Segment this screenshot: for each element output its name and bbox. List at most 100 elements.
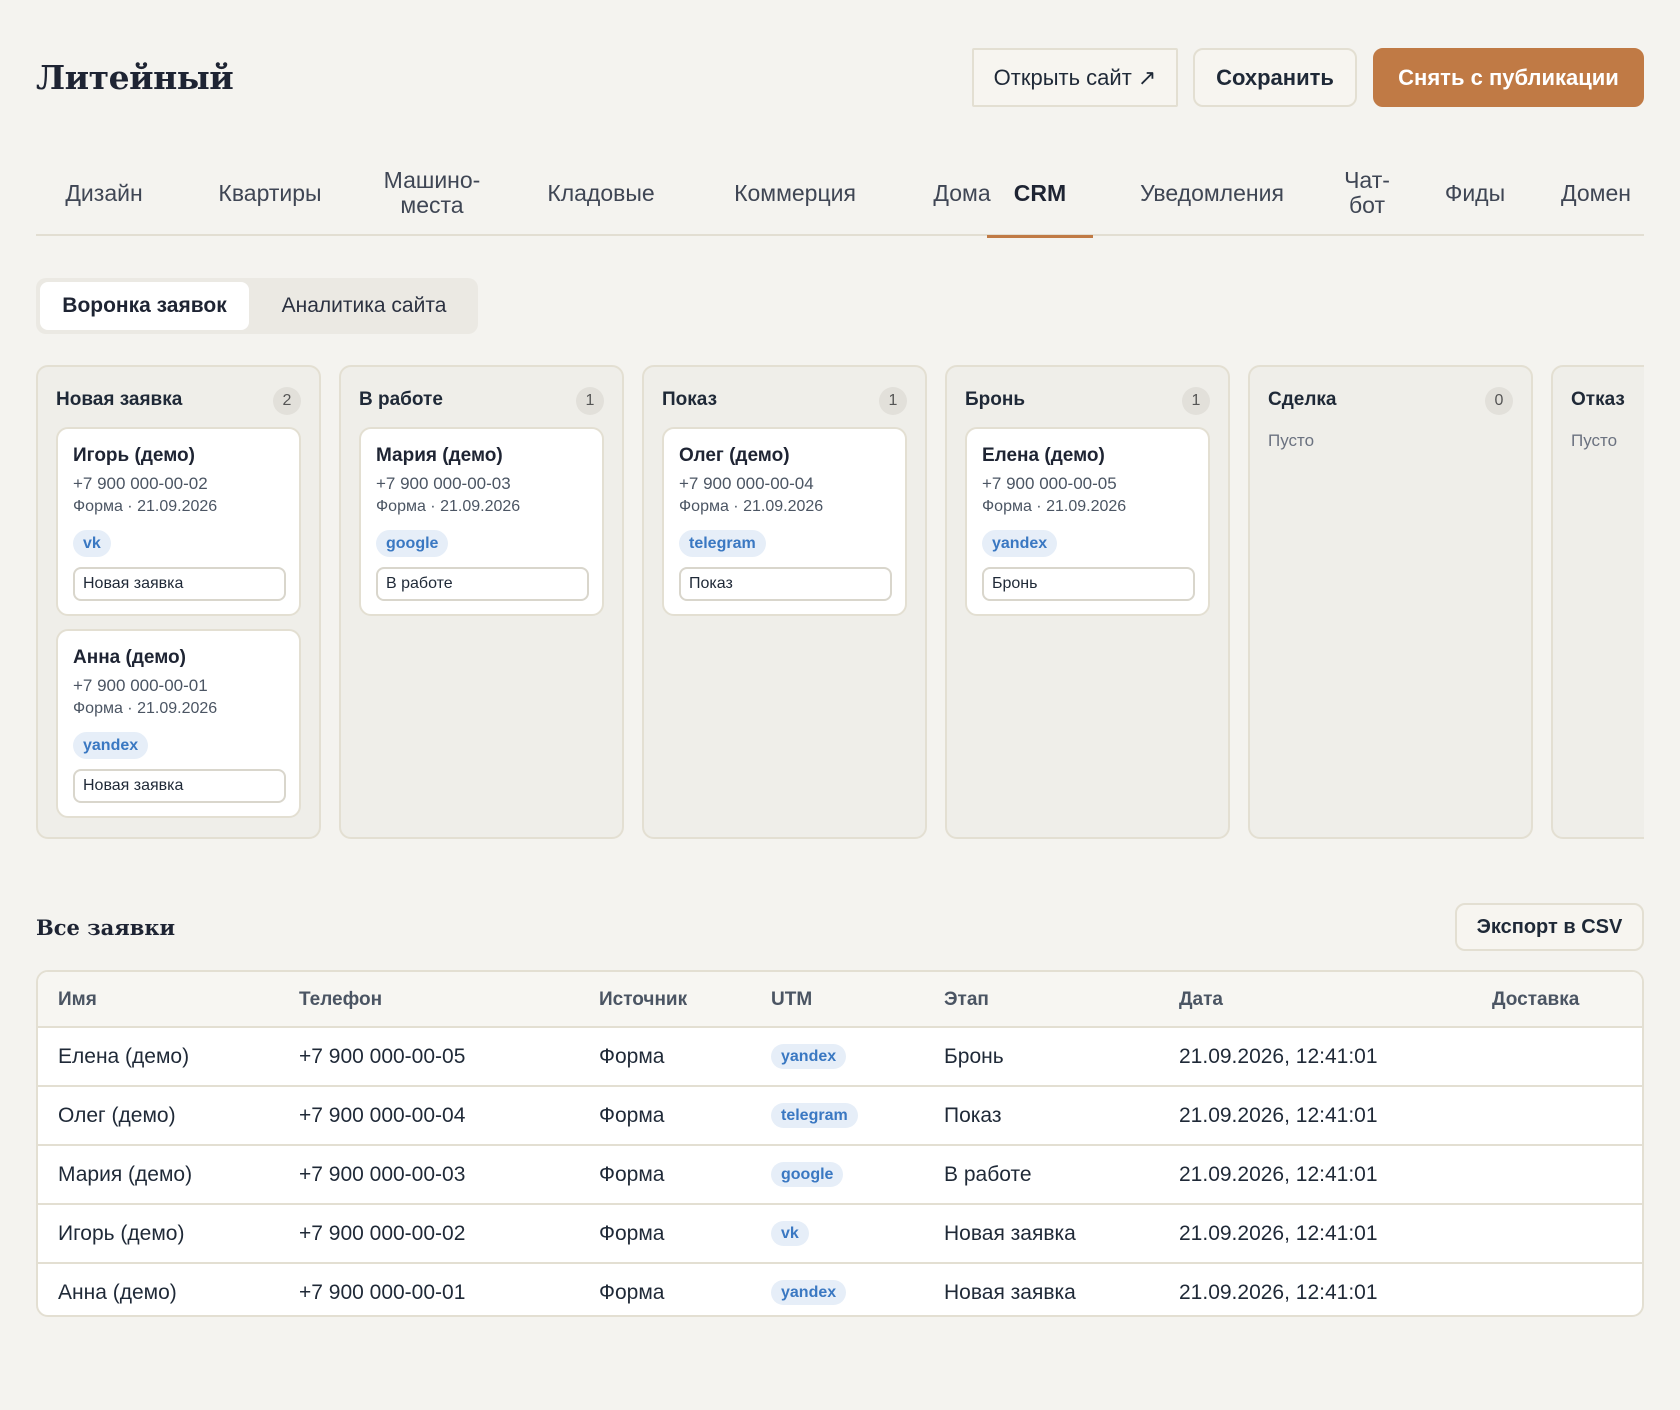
lead-phone: +7 900 000-00-04: [679, 474, 814, 493]
lead-card[interactable]: Олег (демо) +7 900 000-00-04 Форма · 21.…: [662, 427, 907, 616]
tab-storage[interactable]: Кладовые: [526, 150, 676, 236]
lead-card[interactable]: Игорь (демо) +7 900 000-00-02 Форма · 21…: [56, 427, 301, 616]
save-button[interactable]: Сохранить: [1193, 48, 1357, 107]
tab-feeds[interactable]: Фиды: [1432, 150, 1518, 236]
cell-date: 21.09.2026, 12:41:01: [1179, 1281, 1378, 1304]
table-row[interactable]: Мария (демо) +7 900 000-00-03 Форма goog…: [38, 1146, 1642, 1205]
table-row[interactable]: Елена (демо) +7 900 000-00-05 Форма yand…: [38, 1028, 1642, 1087]
cell-source: Форма: [599, 1045, 665, 1068]
tab-parking[interactable]: Машино-места: [368, 150, 496, 236]
cell-source: Форма: [599, 1163, 665, 1186]
table-row[interactable]: Олег (демо) +7 900 000-00-04 Форма teleg…: [38, 1087, 1642, 1146]
cell-date: 21.09.2026, 12:41:01: [1179, 1222, 1378, 1245]
column-count: 2: [273, 387, 301, 415]
column-empty-label: Пусто: [1268, 431, 1315, 450]
utm-badge: telegram: [679, 530, 766, 557]
stage-select[interactable]: Бронь: [982, 567, 1195, 601]
column-showing: Показ 1 Олег (демо) +7 900 000-00-04 Фор…: [642, 365, 927, 839]
utm-badge: yandex: [982, 530, 1058, 557]
table-row[interactable]: Анна (демо) +7 900 000-00-01 Форма yande…: [38, 1264, 1642, 1315]
lead-meta: Форма · 21.09.2026: [73, 700, 218, 717]
lead-phone: +7 900 000-00-05: [982, 474, 1117, 493]
stage-select[interactable]: В работе: [376, 567, 589, 601]
cell-phone: +7 900 000-00-04: [299, 1104, 466, 1127]
column-rejected: Отказ Пусто: [1551, 365, 1644, 839]
tab-apartments[interactable]: Квартиры: [202, 150, 338, 236]
utm-badge: google: [771, 1162, 844, 1187]
cell-date: 21.09.2026, 12:41:01: [1179, 1163, 1378, 1186]
cell-source: Форма: [599, 1222, 665, 1245]
project-title: Литейный: [36, 58, 234, 97]
cell-name: Анна (демо): [58, 1281, 177, 1304]
crm-subtabs: Воронка заявок Аналитика сайта: [36, 278, 478, 334]
lead-meta: Форма · 21.09.2026: [73, 498, 218, 515]
utm-badge: vk: [771, 1221, 809, 1246]
column-deal: Сделка 0 Пусто: [1248, 365, 1533, 839]
cell-phone: +7 900 000-00-03: [299, 1163, 466, 1186]
unpublish-button[interactable]: Снять с публикации: [1373, 48, 1644, 107]
cell-phone: +7 900 000-00-05: [299, 1045, 466, 1068]
column-new: Новая заявка 2 Игорь (демо) +7 900 000-0…: [36, 365, 321, 839]
lead-phone: +7 900 000-00-02: [73, 474, 208, 493]
cell-date: 21.09.2026, 12:41:01: [1179, 1104, 1378, 1127]
cell-name: Елена (демо): [58, 1045, 190, 1068]
export-csv-button[interactable]: Экспорт в CSV: [1455, 903, 1644, 951]
requests-title: Все заявки: [36, 915, 176, 940]
tab-crm[interactable]: CRM: [987, 150, 1093, 238]
lead-phone: +7 900 000-00-03: [376, 474, 511, 493]
column-title: Бронь: [965, 389, 1026, 410]
lead-name: Олег (демо): [679, 445, 790, 466]
lead-card[interactable]: Мария (демо) +7 900 000-00-03 Форма · 21…: [359, 427, 604, 616]
page-header: Литейный Открыть сайт ↗ Сохранить Снять …: [36, 0, 1644, 128]
cell-stage: Бронь: [944, 1045, 1004, 1068]
stage-select[interactable]: Новая заявка: [73, 769, 286, 803]
tab-domain[interactable]: Домен: [1548, 150, 1644, 236]
column-title: Новая заявка: [56, 389, 183, 410]
open-site-button[interactable]: Открыть сайт ↗: [972, 48, 1178, 107]
lead-phone: +7 900 000-00-01: [73, 676, 208, 695]
utm-badge: yandex: [771, 1280, 847, 1305]
column-header-utm: UTM: [771, 989, 813, 1010]
column-header-date: Дата: [1179, 989, 1223, 1010]
subtab-funnel[interactable]: Воронка заявок: [40, 282, 249, 330]
column-header-name: Имя: [58, 989, 97, 1010]
stage-select[interactable]: Показ: [679, 567, 892, 601]
requests-table: Имя Телефон Источник UTM Этап Дата Доста…: [36, 970, 1644, 1317]
table-row[interactable]: Игорь (демо) +7 900 000-00-02 Форма vk Н…: [38, 1205, 1642, 1264]
column-header-delivery: Доставка: [1492, 989, 1580, 1010]
stage-select[interactable]: Новая заявка: [73, 567, 286, 601]
lead-meta: Форма · 21.09.2026: [679, 498, 824, 515]
column-count: 1: [1182, 387, 1210, 415]
cell-source: Форма: [599, 1281, 665, 1304]
lead-card[interactable]: Анна (демо) +7 900 000-00-01 Форма · 21.…: [56, 629, 301, 818]
tab-chatbot[interactable]: Чат-бот: [1332, 150, 1402, 236]
column-header-phone: Телефон: [299, 989, 383, 1010]
tab-notifications[interactable]: Уведомления: [1122, 150, 1302, 236]
cell-stage: Новая заявка: [944, 1222, 1076, 1245]
column-title: Сделка: [1268, 389, 1337, 410]
cell-phone: +7 900 000-00-02: [299, 1222, 466, 1245]
table-header: Имя Телефон Источник UTM Этап Дата Доста…: [38, 972, 1642, 1028]
column-in-progress: В работе 1 Мария (демо) +7 900 000-00-03…: [339, 365, 624, 839]
tab-commercial[interactable]: Коммерция: [706, 150, 884, 236]
cell-phone: +7 900 000-00-01: [299, 1281, 466, 1304]
utm-badge: vk: [73, 530, 111, 557]
column-count: 1: [576, 387, 604, 415]
column-count: 1: [879, 387, 907, 415]
tab-design[interactable]: Дизайн: [36, 150, 172, 236]
column-title: Показ: [662, 389, 718, 410]
cell-name: Олег (демо): [58, 1104, 176, 1127]
cell-stage: Новая заявка: [944, 1281, 1076, 1304]
column-header-source: Источник: [599, 989, 688, 1010]
cell-stage: Показ: [944, 1104, 1002, 1127]
column-header-stage: Этап: [944, 989, 989, 1010]
column-empty-label: Пусто: [1571, 431, 1618, 450]
column-title: В работе: [359, 389, 443, 410]
subtab-analytics[interactable]: Аналитика сайта: [254, 282, 474, 330]
lead-name: Игорь (демо): [73, 445, 195, 466]
cell-date: 21.09.2026, 12:41:01: [1179, 1045, 1378, 1068]
column-count: 0: [1485, 387, 1513, 415]
lead-card[interactable]: Елена (демо) +7 900 000-00-05 Форма · 21…: [965, 427, 1210, 616]
lead-meta: Форма · 21.09.2026: [982, 498, 1127, 515]
column-booking: Бронь 1 Елена (демо) +7 900 000-00-05 Фо…: [945, 365, 1230, 839]
